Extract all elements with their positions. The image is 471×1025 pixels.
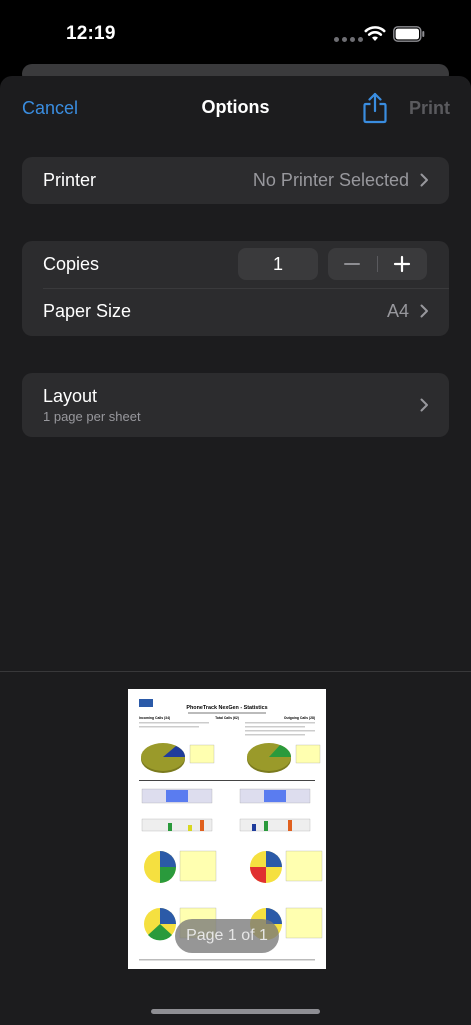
share-icon[interactable]	[362, 92, 388, 124]
copies-label: Copies	[43, 254, 100, 274]
page-count-badge: Page 1 of 1	[175, 919, 279, 953]
layout-subtitle: 1 page per sheet	[43, 409, 141, 424]
paper-size-row[interactable]: Paper Size A4	[22, 289, 449, 336]
paper-size-value: A4	[386, 301, 409, 321]
preview-doc-title: PhoneTrack NexGen - Statistics	[186, 705, 267, 711]
preview-col-outgoing: Outgoing Calls (28)	[284, 716, 315, 720]
chevron-right-icon	[420, 398, 428, 412]
signal-dots-icon	[334, 37, 363, 42]
copies-paper-group: Copies 1 Paper Size A4	[22, 241, 449, 336]
home-indicator[interactable]	[151, 1009, 320, 1014]
paper-size-label: Paper Size	[43, 301, 132, 321]
layout-row[interactable]: Layout 1 page per sheet	[22, 373, 449, 437]
print-button[interactable]: Print	[409, 98, 450, 119]
plus-icon[interactable]	[378, 248, 427, 280]
status-time: 12:19	[66, 23, 116, 44]
printer-label: Printer	[43, 170, 97, 190]
printer-value: No Printer Selected	[252, 170, 409, 190]
copies-field[interactable]: 1	[238, 248, 318, 280]
layout-label: Layout	[43, 386, 98, 406]
page-title: Options	[201, 97, 270, 117]
chevron-right-icon	[420, 304, 428, 318]
copies-stepper	[328, 248, 427, 280]
printer-row[interactable]: Printer No Printer Selected	[22, 157, 449, 204]
preview-col-incoming: Incoming Calls (34)	[139, 716, 170, 720]
chevron-right-icon	[420, 173, 428, 187]
wifi-icon	[364, 26, 386, 41]
minus-icon[interactable]	[328, 248, 377, 280]
battery-icon	[393, 26, 425, 42]
preview-col-total: Total Calls (62)	[215, 716, 239, 720]
status-bar: 12:19	[0, 0, 471, 70]
